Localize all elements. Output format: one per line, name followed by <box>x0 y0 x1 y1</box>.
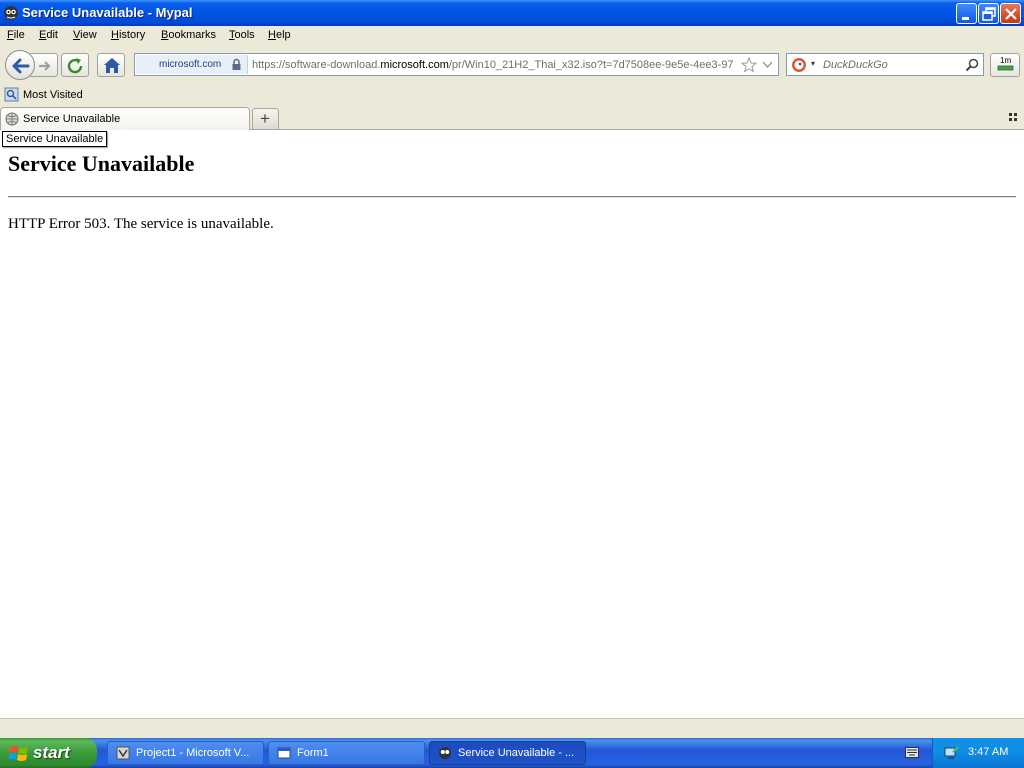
windows-flag-icon <box>9 746 28 761</box>
restore-button[interactable] <box>978 3 999 24</box>
close-icon <box>1005 8 1017 20</box>
identity-host: microsoft.com <box>159 59 222 70</box>
navigation-toolbar: microsoft.com https://software-download.… <box>0 46 1024 84</box>
menu-file[interactable]: File <box>7 29 25 41</box>
task-form1[interactable]: Form1 <box>268 741 425 765</box>
task-label: Project1 - Microsoft V... <box>136 747 250 759</box>
url-dropdown-icon[interactable] <box>762 61 773 69</box>
vb-icon <box>116 746 130 760</box>
tab-service-unavailable[interactable]: Service Unavailable <box>0 107 250 130</box>
mypal-icon <box>4 6 18 20</box>
task-mypal[interactable]: Service Unavailable - ... <box>429 741 586 765</box>
browser-window: Service Unavailable - Mypal File Edit Vi… <box>0 0 1024 768</box>
bookmark-label: Most Visited <box>23 89 83 101</box>
tab-strip: Service Unavailable + <box>0 106 1024 130</box>
menu-edit[interactable]: Edit <box>39 29 58 41</box>
addon-icon <box>997 65 1014 71</box>
start-label: start <box>33 743 70 762</box>
network-icon[interactable] <box>943 745 959 761</box>
horizontal-rule <box>8 196 1016 198</box>
task-label: Service Unavailable - ... <box>458 747 575 759</box>
search-engine-dropdown-icon[interactable]: ▾ <box>811 59 815 68</box>
task-project1[interactable]: Project1 - Microsoft V... <box>107 741 264 765</box>
mypal-icon <box>439 747 451 759</box>
home-button[interactable] <box>97 53 125 77</box>
menu-help[interactable]: Help <box>268 29 291 41</box>
clock: 3:47 AM <box>968 746 1009 758</box>
menu-tools[interactable]: Tools <box>229 29 255 41</box>
restore-icon <box>982 7 996 21</box>
menu-history[interactable]: History <box>111 29 145 41</box>
globe-icon <box>5 112 19 126</box>
taskbar: start Project1 - Microsoft V... Form1 Se… <box>0 738 1024 768</box>
page-content: Service Unavailable Service Unavailable … <box>0 130 1024 718</box>
duckduckgo-icon <box>792 58 806 72</box>
form-icon <box>277 747 291 759</box>
window-title: Service Unavailable - Mypal <box>22 5 193 20</box>
status-bar <box>0 718 1024 738</box>
most-visited-icon <box>4 87 19 102</box>
url-text: https://software-download.microsoft.com/… <box>252 59 734 71</box>
menu-bookmarks[interactable]: Bookmarks <box>161 29 216 41</box>
bookmark-star-icon[interactable] <box>740 56 758 74</box>
page-heading: Service Unavailable <box>8 151 195 176</box>
system-tray: 3:47 AM <box>932 738 1024 768</box>
minimize-button[interactable] <box>956 3 977 24</box>
reload-icon <box>67 58 83 74</box>
start-button[interactable]: start <box>0 738 97 768</box>
search-bar[interactable]: ▾ DuckDuckGo <box>786 53 984 76</box>
back-arrow-icon <box>12 58 30 74</box>
address-bar[interactable]: microsoft.com https://software-download.… <box>134 53 779 76</box>
lock-icon <box>232 58 241 70</box>
plus-icon: + <box>260 109 270 128</box>
tab-list-icon[interactable] <box>1008 112 1020 124</box>
reload-button[interactable] <box>61 53 89 77</box>
keyboard-icon[interactable] <box>905 747 919 758</box>
search-placeholder: DuckDuckGo <box>823 59 888 71</box>
search-icon[interactable] <box>965 58 979 72</box>
menu-view[interactable]: View <box>73 29 97 41</box>
addon-button[interactable]: 1m <box>990 53 1020 77</box>
title-bar[interactable]: Service Unavailable - Mypal <box>0 0 1024 26</box>
home-icon <box>104 58 120 73</box>
back-button[interactable] <box>5 50 35 80</box>
task-label: Form1 <box>297 747 329 759</box>
new-tab-button[interactable]: + <box>252 108 279 129</box>
close-button[interactable] <box>1000 3 1021 24</box>
bookmarks-toolbar: Most Visited <box>0 84 1024 106</box>
site-identity-button[interactable]: microsoft.com <box>136 55 248 74</box>
error-message: HTTP Error 503. The service is unavailab… <box>8 216 274 232</box>
menu-bar: File Edit View History Bookmarks Tools H… <box>0 26 1024 46</box>
tab-tooltip: Service Unavailable <box>2 131 108 147</box>
minimize-icon <box>962 17 969 20</box>
tab-label: Service Unavailable <box>23 113 121 125</box>
